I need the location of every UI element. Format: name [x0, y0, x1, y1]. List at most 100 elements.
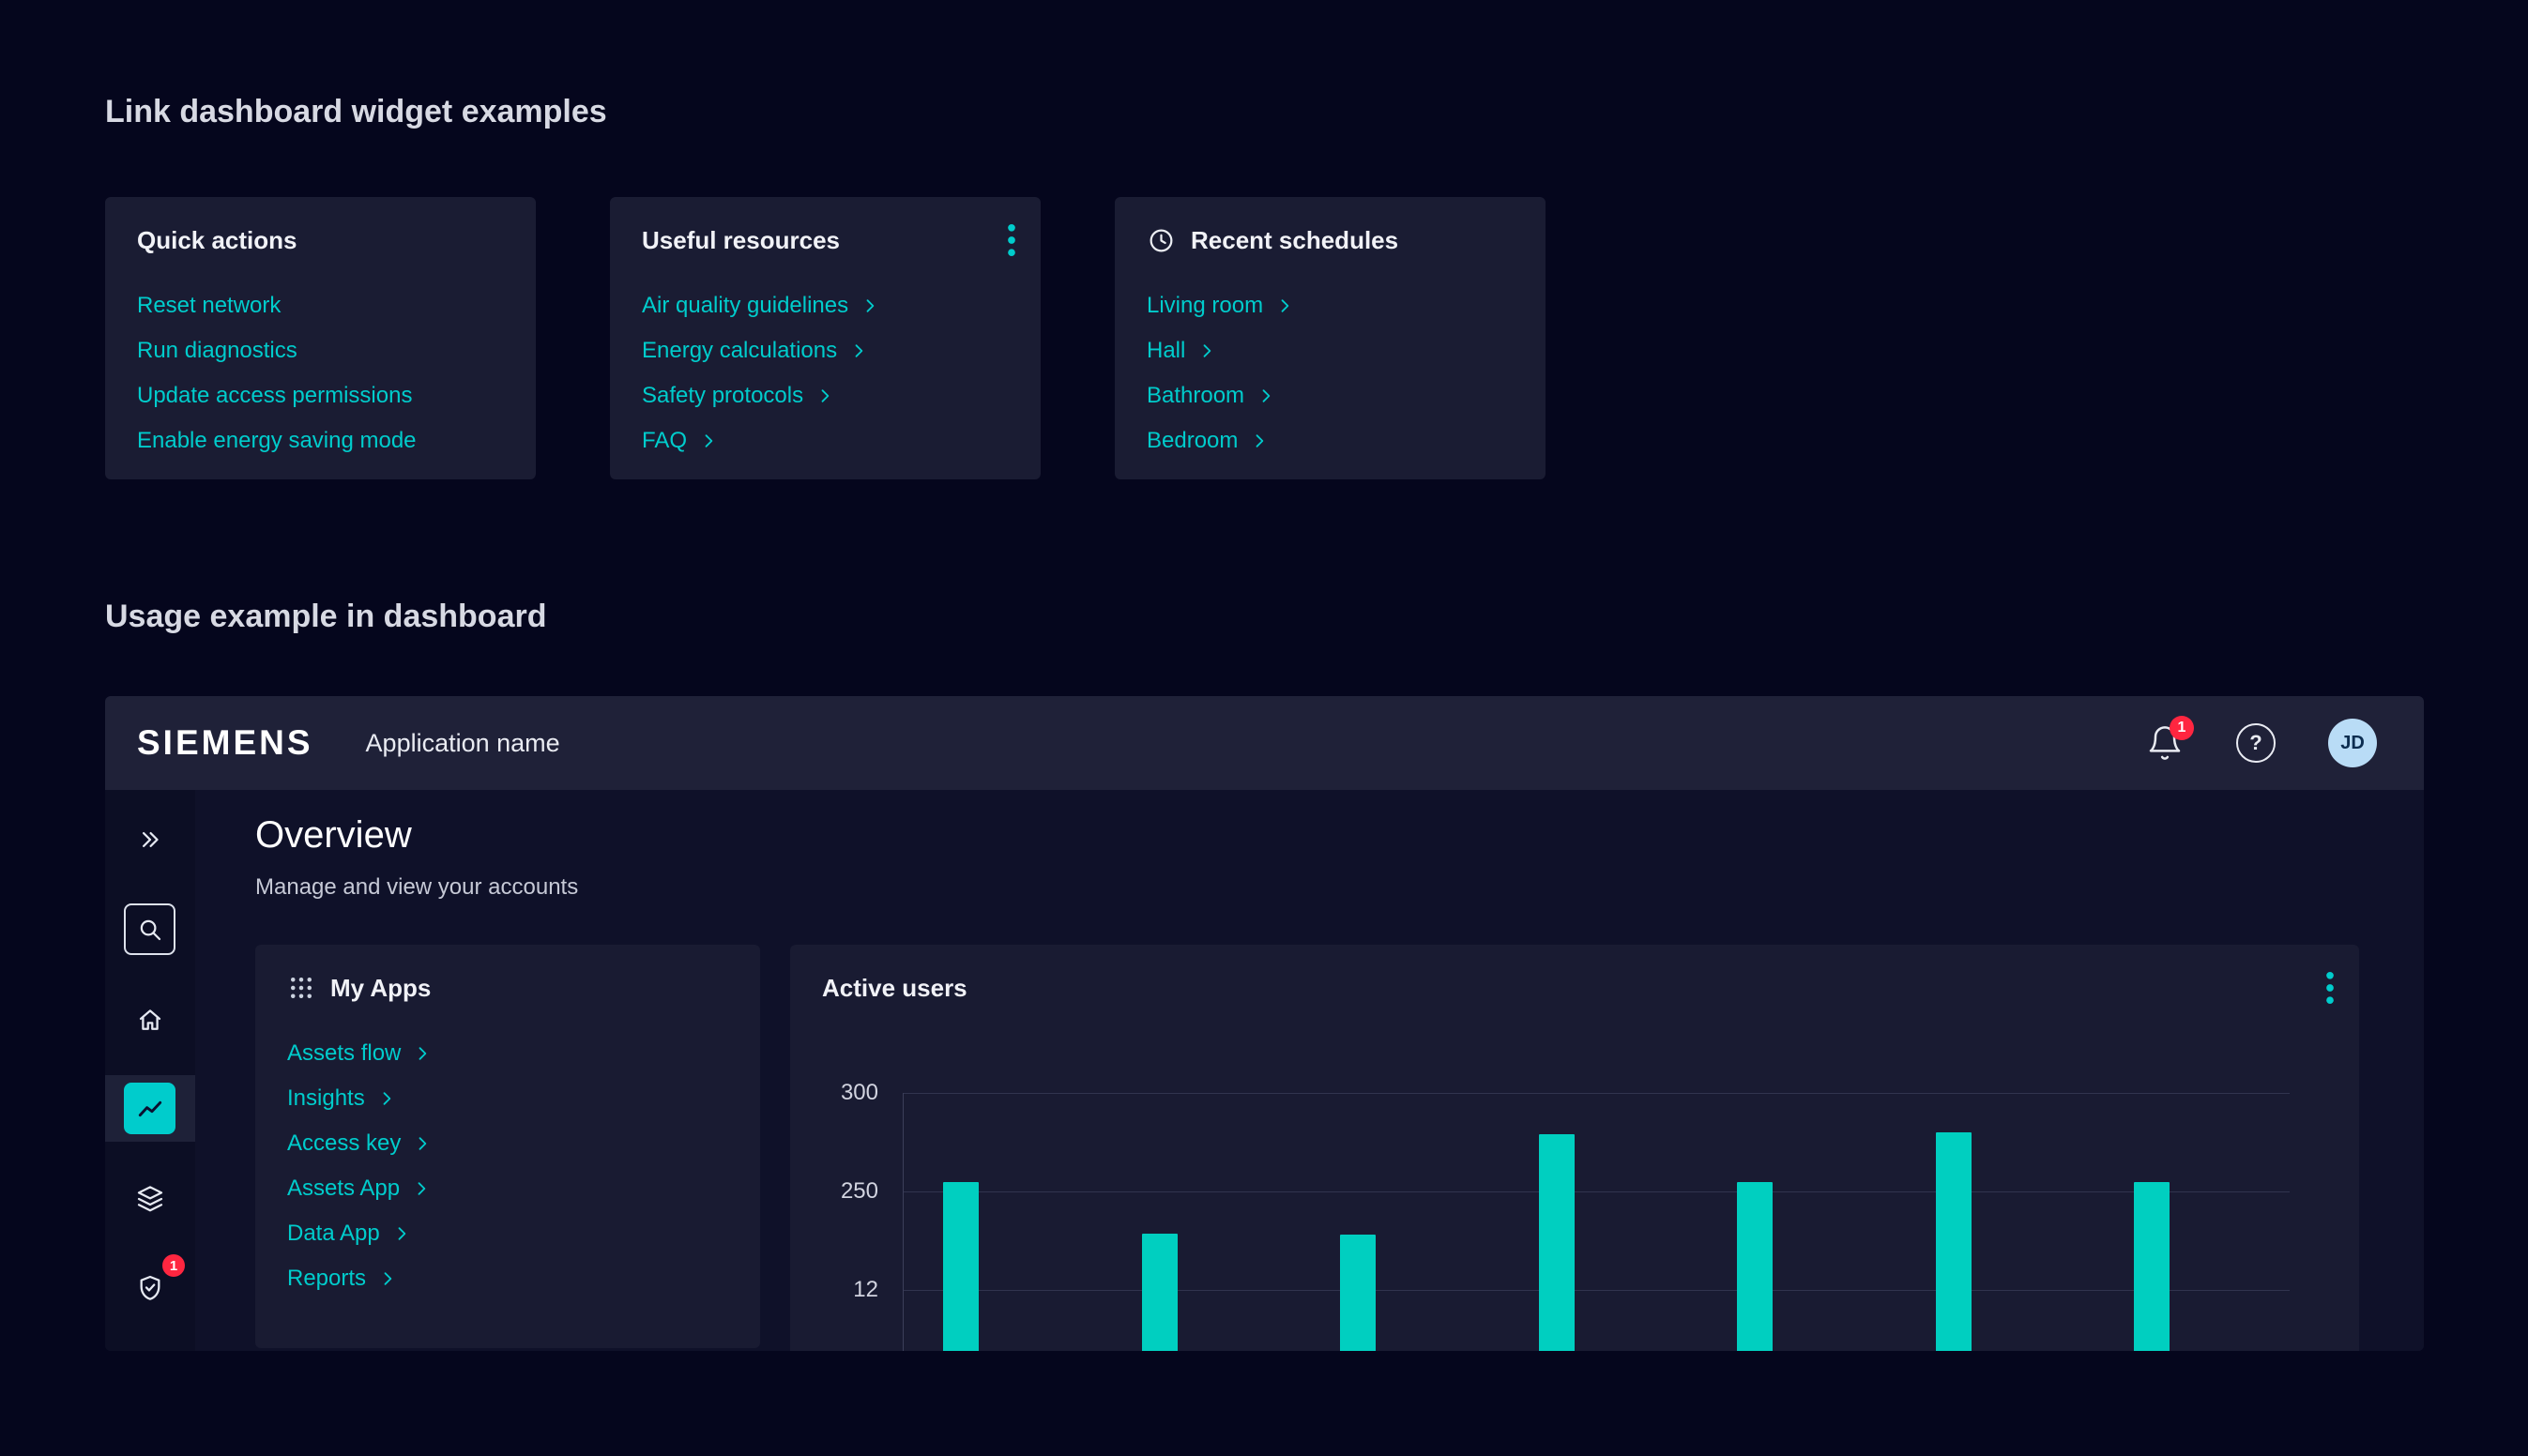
apps-grid-icon [287, 974, 315, 1002]
link-row: Living room [1147, 283, 1514, 328]
chart-bar [1539, 1134, 1575, 1351]
dashboard-frame: SIEMENS Application name 1 ? JD [105, 696, 2424, 1351]
home-icon [135, 1005, 165, 1035]
link-row: Run diagnostics [137, 328, 504, 373]
link-enable-energy-saving[interactable]: Enable energy saving mode [137, 428, 417, 454]
card-header: Useful resources [642, 221, 1009, 259]
chart-bar [1936, 1132, 1972, 1351]
card-title: Active users [822, 974, 967, 1003]
chevron-right-icon [1197, 341, 1216, 360]
link-reports[interactable]: Reports [287, 1266, 366, 1292]
link-assets-app[interactable]: Assets App [287, 1175, 400, 1202]
sidebar-item-layers[interactable] [124, 1173, 175, 1224]
chart-bar [943, 1182, 979, 1351]
link-assets-flow[interactable]: Assets flow [287, 1040, 401, 1067]
link-row: Access key [287, 1121, 728, 1166]
link-row: Air quality guidelines [642, 283, 1009, 328]
link-row: Bedroom [1147, 418, 1514, 463]
kebab-menu-icon[interactable] [1007, 223, 1016, 262]
chevron-right-icon [392, 1224, 411, 1243]
link-list: Assets flow Insights Access key Assets A… [287, 1031, 728, 1301]
useful-resources-card: Useful resources Air quality guidelines … [610, 197, 1041, 479]
sidebar-security-badge: 1 [162, 1254, 185, 1277]
user-avatar[interactable]: JD [2328, 719, 2377, 767]
link-row: Assets flow [287, 1031, 728, 1076]
section-heading-usage: Usage example in dashboard [105, 599, 547, 635]
search-icon [136, 916, 164, 944]
chevron-right-icon [849, 341, 868, 360]
my-apps-card: My Apps Assets flow Insights Access key … [255, 945, 760, 1348]
link-row: Energy calculations [642, 328, 1009, 373]
page: Link dashboard widget examples Quick act… [0, 0, 2528, 1456]
link-hall[interactable]: Hall [1147, 338, 1185, 364]
link-bathroom[interactable]: Bathroom [1147, 383, 1244, 409]
link-run-diagnostics[interactable]: Run diagnostics [137, 338, 297, 364]
help-button[interactable]: ? [2236, 723, 2276, 763]
sidebar-item-security[interactable]: 1 [124, 1262, 175, 1313]
kebab-menu-icon[interactable] [2325, 971, 2335, 1009]
link-access-key[interactable]: Access key [287, 1130, 401, 1157]
link-insights[interactable]: Insights [287, 1085, 365, 1112]
double-chevron-right-icon [136, 826, 164, 854]
chevron-right-icon [378, 1269, 397, 1288]
y-axis-tick-label: 300 [798, 1080, 878, 1106]
notification-badge: 1 [2170, 716, 2194, 740]
chart-bar [1737, 1182, 1773, 1351]
chevron-right-icon [699, 432, 718, 450]
dashboard-content: Overview Manage and view your accounts M… [195, 790, 2424, 1351]
link-list: Living room Hall Bathroom Bedroom [1147, 283, 1514, 463]
sidebar-item-search[interactable] [124, 903, 175, 955]
page-title: Overview [255, 814, 412, 857]
link-row: Update access permissions [137, 373, 504, 418]
dashboard-header: SIEMENS Application name 1 ? JD [105, 696, 2424, 790]
chevron-right-icon [413, 1044, 432, 1063]
link-safety-protocols[interactable]: Safety protocols [642, 383, 803, 409]
chevron-right-icon [860, 296, 879, 315]
notifications-button[interactable]: 1 [2146, 724, 2184, 762]
chevron-right-icon [1275, 296, 1294, 315]
application-name: Application name [366, 729, 560, 758]
link-row: Assets App [287, 1166, 728, 1211]
active-users-card: Active users 300 250 12 [790, 945, 2359, 1351]
link-air-quality-guidelines[interactable]: Air quality guidelines [642, 293, 848, 319]
card-title: Recent schedules [1191, 226, 1398, 255]
card-header: Recent schedules [1147, 221, 1514, 259]
sidebar-item-overview-active[interactable] [124, 1083, 175, 1134]
link-list: Reset network Run diagnostics Update acc… [137, 283, 504, 463]
link-row: Bathroom [1147, 373, 1514, 418]
link-bedroom[interactable]: Bedroom [1147, 428, 1238, 454]
layers-icon [135, 1184, 165, 1214]
link-row: Reports [287, 1256, 728, 1301]
page-subtitle: Manage and view your accounts [255, 874, 578, 901]
card-title: Quick actions [137, 226, 297, 255]
y-axis-tick-label: 12 [798, 1277, 878, 1303]
sidebar-expand-button[interactable] [124, 813, 175, 865]
link-update-access-permissions[interactable]: Update access permissions [137, 383, 412, 409]
quick-actions-card: Quick actions Reset network Run diagnost… [105, 197, 536, 479]
card-title: Useful resources [642, 226, 840, 255]
link-row: Insights [287, 1076, 728, 1121]
link-living-room[interactable]: Living room [1147, 293, 1263, 319]
line-chart-icon [135, 1094, 165, 1124]
clock-icon [1147, 226, 1176, 255]
sidebar: 1 [105, 790, 195, 1351]
chevron-right-icon [413, 1134, 432, 1153]
chart-bars [903, 1076, 2290, 1351]
card-title: My Apps [330, 974, 431, 1003]
shield-check-icon [135, 1273, 165, 1303]
chart-bar [1340, 1235, 1376, 1351]
link-energy-calculations[interactable]: Energy calculations [642, 338, 837, 364]
section-heading-widgets: Link dashboard widget examples [105, 94, 607, 130]
link-row: Data App [287, 1211, 728, 1256]
siemens-logo: SIEMENS [137, 723, 313, 763]
card-header: My Apps [287, 969, 728, 1007]
link-faq[interactable]: FAQ [642, 428, 687, 454]
link-data-app[interactable]: Data App [287, 1221, 380, 1247]
chevron-right-icon [1250, 432, 1269, 450]
widget-examples-row: Quick actions Reset network Run diagnost… [105, 197, 1546, 479]
y-axis-tick-label: 250 [798, 1178, 878, 1205]
chevron-right-icon [412, 1179, 431, 1198]
link-reset-network[interactable]: Reset network [137, 293, 281, 319]
chevron-right-icon [815, 387, 834, 405]
sidebar-item-home[interactable] [124, 993, 175, 1045]
